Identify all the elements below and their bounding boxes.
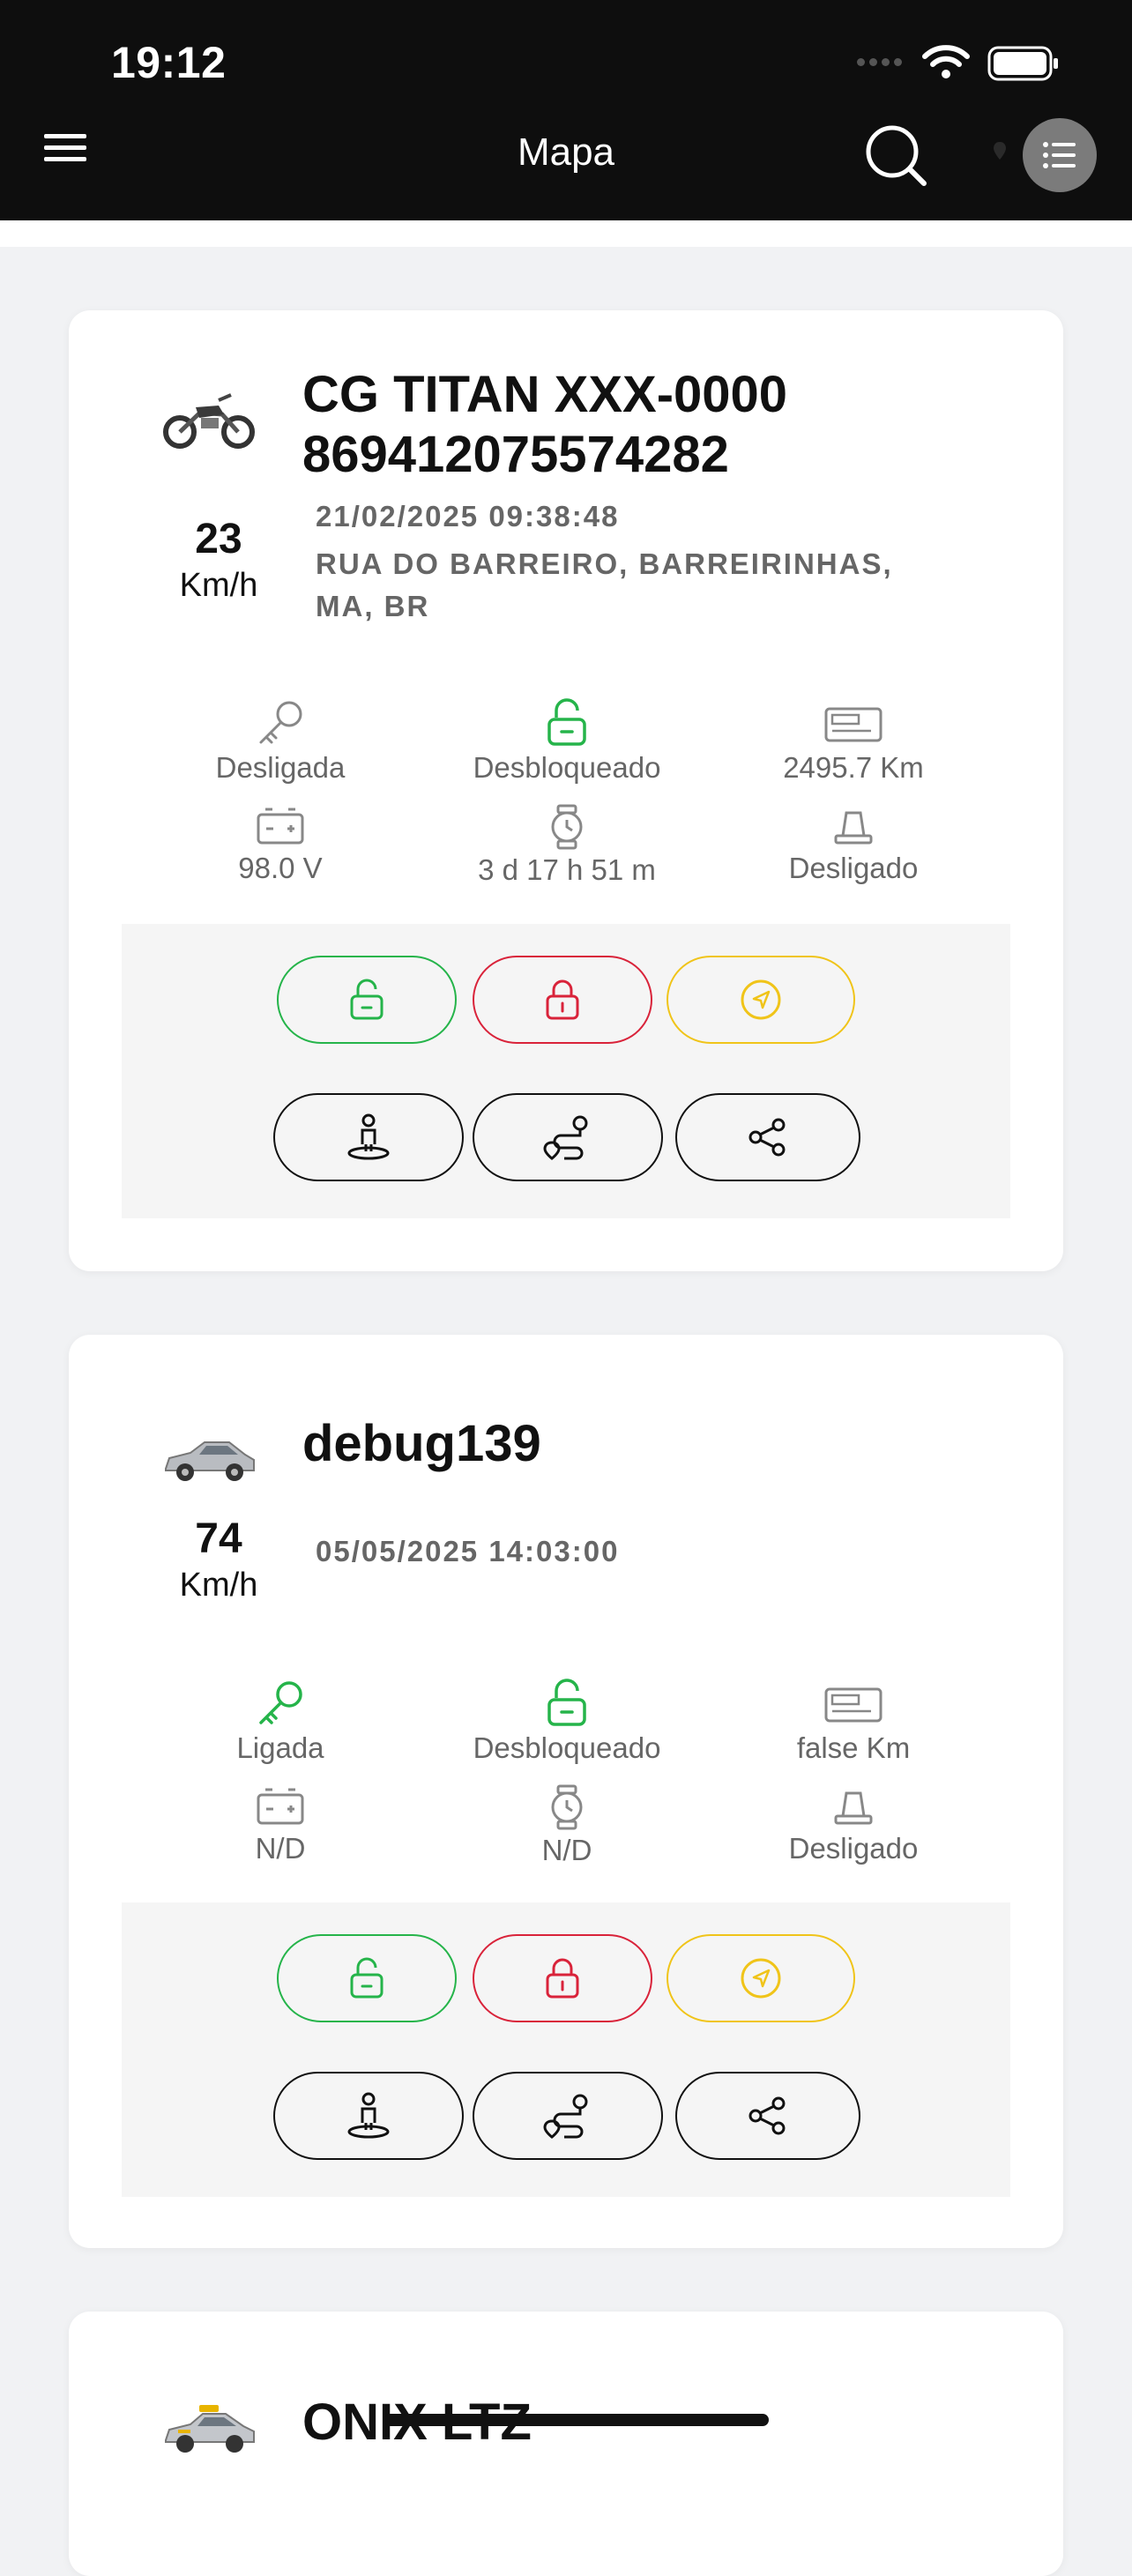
car-battery-icon [257, 808, 304, 845]
route-icon [543, 1115, 588, 1160]
key-icon [259, 701, 302, 744]
ignition-status: Ligada [139, 1679, 421, 1765]
unlock-icon [350, 1957, 384, 1999]
share-button[interactable] [675, 2072, 860, 2160]
list-icon [1043, 142, 1076, 168]
lock-status: Desbloqueado [426, 698, 708, 785]
vehicle-meta: 21/02/2025 09:38:48 RUA DO BARREIRO, BAR… [316, 495, 950, 628]
key-icon [259, 1681, 302, 1724]
address: RUA DO BARREIRO, BARREIRINHAS, MA, BR [316, 543, 950, 628]
motorcycle-icon [163, 393, 255, 449]
speed-unit: Km/h [179, 1567, 258, 1604]
share-icon [748, 2096, 786, 2135]
vehicle-imei: 869412075574282 [302, 426, 729, 483]
action-panel [122, 1902, 1010, 2197]
last-update-datetime: 21/02/2025 09:38:48 [316, 500, 620, 532]
lock-button[interactable] [473, 1934, 652, 2022]
unlock-icon [350, 979, 384, 1020]
vehicle-name: debug139 [302, 1415, 541, 1472]
car-battery-icon [257, 1788, 304, 1825]
wifi-icon [922, 45, 970, 78]
odometer-status: 2495.7 Km [712, 698, 994, 785]
vehicle-card[interactable]: ONIX LTZ [69, 2312, 1063, 2576]
search-icon [866, 125, 927, 186]
share-button[interactable] [675, 1093, 860, 1181]
map-strip [0, 220, 1132, 247]
odometer-icon [824, 1687, 883, 1723]
cellular-signal-icon [857, 55, 906, 71]
navigation-arrow-icon [741, 979, 781, 1020]
lock-icon [546, 979, 579, 1020]
last-update-datetime: 05/05/2025 14:03:00 [316, 1535, 620, 1567]
lock-status: Desbloqueado [426, 1679, 708, 1765]
watch-icon [551, 1784, 583, 1830]
navigate-button[interactable] [667, 1934, 855, 2022]
route-history-button[interactable] [473, 2072, 663, 2160]
battery-status: N/D [139, 1784, 421, 1865]
status-time: 19:12 [111, 38, 227, 87]
navigation-arrow-icon [741, 1958, 781, 1999]
share-icon [748, 1118, 786, 1157]
battery-icon [987, 46, 1058, 81]
route-history-button[interactable] [473, 1093, 663, 1181]
address-line-1: RUA DO BARREIRO, BARREIRINHAS, [316, 547, 893, 580]
street-view-icon [347, 1113, 390, 1160]
unlock-button[interactable] [277, 1934, 457, 2022]
vehicle-card[interactable]: debug139 74 Km/h 05/05/2025 14:03:00 Lig… [69, 1335, 1063, 2248]
siren-icon [834, 811, 873, 845]
location-pin-icon [994, 142, 1006, 160]
lock-button[interactable] [473, 956, 652, 1044]
vehicle-card[interactable]: CG TITAN XXX-0000 869412075574282 23 Km/… [69, 310, 1063, 1271]
watch-icon [551, 804, 583, 850]
list-view-button[interactable] [1023, 118, 1097, 192]
hourmeter-status: 3 d 17 h 51 m [426, 804, 708, 887]
car-icon [165, 1441, 255, 1481]
speed-readout: 74 Km/h [164, 1515, 273, 1604]
street-view-button[interactable] [273, 1093, 464, 1181]
siren-status: Desligado [712, 804, 994, 885]
top-bar: 19:12 Mapa [0, 0, 1132, 220]
navigate-button[interactable] [667, 956, 855, 1044]
page-title: Mapa [517, 130, 615, 174]
speed-value: 74 [195, 1515, 242, 1562]
taxi-icon [165, 2405, 255, 2453]
speed-value: 23 [195, 516, 242, 562]
street-view-button[interactable] [273, 2072, 464, 2160]
odometer-icon [824, 707, 883, 742]
route-icon [543, 2094, 588, 2139]
lock-icon [546, 1958, 579, 1999]
odometer-status: false Km [712, 1679, 994, 1765]
unlock-button[interactable] [277, 956, 457, 1044]
vehicle-meta: 05/05/2025 14:03:00 [316, 1530, 950, 1573]
siren-status: Desligado [712, 1784, 994, 1865]
action-panel [122, 924, 1010, 1218]
home-indicator[interactable] [384, 2414, 769, 2426]
vehicle-name: CG TITAN XXX-0000 [302, 366, 788, 423]
address-line-2: MA, BR [316, 590, 430, 622]
street-view-icon [347, 2092, 390, 2139]
speed-unit: Km/h [179, 567, 258, 604]
hourmeter-status: N/D [426, 1784, 708, 1867]
unlock-icon [547, 1679, 586, 1726]
speed-readout: 23 Km/h [164, 515, 273, 605]
search-button[interactable] [864, 123, 929, 193]
siren-icon [834, 1791, 873, 1825]
battery-status: 98.0 V [139, 804, 421, 885]
ignition-status: Desligada [139, 698, 421, 785]
unlock-icon [547, 698, 586, 746]
